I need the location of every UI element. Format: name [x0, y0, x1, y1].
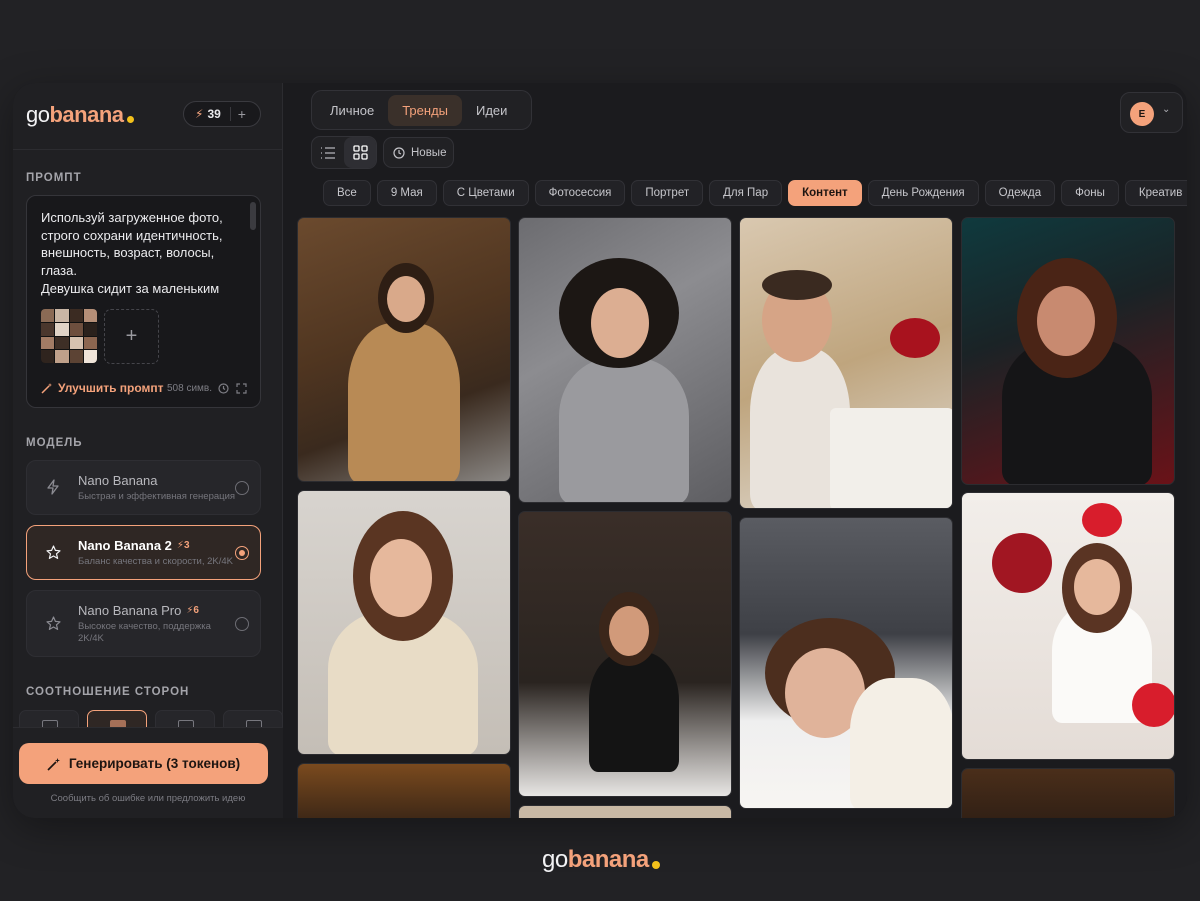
history-button[interactable] — [216, 381, 230, 395]
prompt-scrollbar[interactable] — [250, 202, 256, 230]
chip-all[interactable]: Все — [323, 180, 371, 206]
radio-button[interactable] — [235, 617, 249, 631]
gallery-image[interactable] — [961, 217, 1175, 485]
sidebar: go banana ⚡ 39 + ПРОМПТ Используй загруже… — [13, 83, 283, 818]
bolt-icon — [44, 478, 62, 496]
gallery-image[interactable] — [518, 511, 732, 797]
expand-button[interactable] — [234, 381, 248, 395]
grid-icon — [352, 145, 368, 160]
radio-button[interactable] — [235, 546, 249, 560]
add-photo-button[interactable]: + — [104, 309, 159, 364]
star-icon — [44, 614, 62, 632]
logo-dot — [651, 861, 660, 869]
char-count: 508 симв. — [167, 383, 213, 394]
view-toggle — [311, 136, 377, 169]
user-menu-button[interactable]: E ⌄ — [1120, 92, 1183, 133]
chip-clothing[interactable]: Одежда — [984, 180, 1056, 206]
model-section-title: МОДЕЛЬ — [26, 437, 83, 449]
logo[interactable]: go banana — [26, 102, 134, 128]
aspect-ratio-section-title: СООТНОШЕНИЕ СТОРОН — [26, 686, 190, 698]
gallery-image[interactable] — [297, 490, 511, 755]
list-view-button[interactable] — [312, 137, 344, 168]
tab-personal[interactable]: Личное — [316, 95, 388, 126]
prompt-box: Используй загруженное фото, строго сохра… — [26, 195, 261, 408]
chip-content[interactable]: Контент — [788, 180, 862, 206]
chip-portrait[interactable]: Портрет — [631, 180, 704, 206]
tab-trends[interactable]: Тренды — [388, 94, 462, 126]
prompt-input[interactable]: Используй загруженное фото, строго сохра… — [41, 209, 241, 301]
chevron-down-icon: ⌄ — [1162, 104, 1171, 115]
magic-wand-icon — [47, 757, 60, 771]
model-cost-badge: ⚡3 — [176, 540, 190, 551]
star-icon — [44, 543, 62, 561]
tab-ideas[interactable]: Идеи — [462, 95, 521, 126]
category-chips: Все 9 Мая С Цветами Фотосессия Портрет Д… — [323, 180, 1187, 207]
feedback-link[interactable]: Сообщить об ошибке или предложить идею — [13, 793, 283, 804]
magic-wand-icon — [41, 383, 52, 394]
prompt-section-title: ПРОМПТ — [26, 172, 82, 184]
chip-couples[interactable]: Для Пар — [709, 180, 783, 206]
logo-dot — [126, 116, 134, 123]
gallery-image[interactable] — [961, 492, 1175, 760]
chip-backgrounds[interactable]: Фоны — [1061, 180, 1119, 206]
reference-photo-thumbnail[interactable] — [41, 309, 97, 363]
gallery-image[interactable] — [297, 217, 511, 482]
bolt-icon: ⚡ — [195, 107, 204, 121]
chip-creative[interactable]: Креатив — [1124, 180, 1187, 206]
radio-button[interactable] — [235, 481, 249, 495]
model-option-nano-banana[interactable]: Nano Banana Быстрая и эффективная генера… — [26, 460, 261, 515]
sort-newest-button[interactable]: Новые — [383, 137, 454, 168]
divider — [229, 107, 231, 121]
generate-button[interactable]: Генерировать (3 токенов) — [19, 743, 268, 784]
clock-icon — [217, 382, 229, 394]
chip-with-flowers[interactable]: С Цветами — [442, 180, 529, 206]
chip-photoshoot[interactable]: Фотосессия — [534, 180, 626, 206]
add-tokens-button[interactable]: + — [238, 106, 246, 122]
model-option-nano-banana-2[interactable]: Nano Banana 2 ⚡3 Баланс качества и скоро… — [26, 525, 261, 580]
sidebar-footer: Генерировать (3 токенов) Сообщить об оши… — [13, 727, 283, 818]
gallery-image[interactable] — [518, 217, 732, 503]
image-gallery — [297, 217, 1177, 818]
list-icon — [321, 146, 335, 159]
tab-bar: Личное Тренды Идеи — [311, 90, 532, 130]
gallery-image[interactable] — [739, 517, 953, 809]
plus-icon: + — [125, 325, 138, 347]
footer-logo: go banana — [542, 846, 660, 874]
token-balance[interactable]: ⚡ 39 + — [183, 101, 261, 127]
app-window: go banana ⚡ 39 + ПРОМПТ Используй загруже… — [13, 83, 1187, 818]
token-count: 39 — [207, 107, 221, 121]
clock-icon — [393, 146, 405, 159]
grid-view-button[interactable] — [344, 137, 376, 168]
main-content: Личное Тренды Идеи E ⌄ Новые Все 9 Мая С… — [284, 83, 1187, 818]
gallery-image[interactable] — [297, 763, 511, 818]
gallery-image[interactable] — [739, 217, 953, 509]
divider — [13, 149, 283, 150]
model-option-nano-banana-pro[interactable]: Nano Banana Pro ⚡6 Высокое качество, под… — [26, 590, 261, 657]
chip-birthday[interactable]: День Рождения — [867, 180, 979, 206]
gallery-image[interactable] — [518, 805, 732, 818]
avatar: E — [1130, 102, 1154, 126]
expand-icon — [235, 382, 247, 394]
model-cost-badge: ⚡6 — [186, 605, 199, 616]
chip-9-may[interactable]: 9 Мая — [376, 180, 437, 206]
improve-prompt-button[interactable]: Улучшить промпт — [41, 381, 164, 395]
gallery-image[interactable] — [961, 768, 1175, 818]
